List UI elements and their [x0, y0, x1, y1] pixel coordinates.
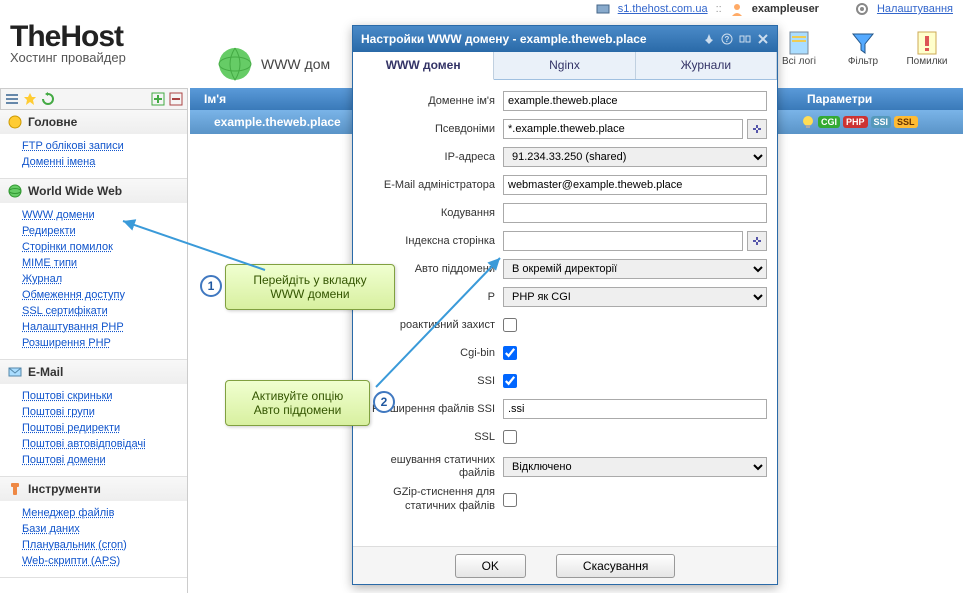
- breadcrumb-text: WWW дом: [261, 56, 330, 72]
- ip-select[interactable]: 91.234.33.250 (shared): [503, 147, 767, 167]
- logo: TheHost Хостинг провайдер: [10, 20, 126, 65]
- email-input[interactable]: [503, 175, 767, 195]
- tip-number-1: 1: [200, 275, 222, 297]
- cancel-button[interactable]: Скасування: [556, 554, 676, 578]
- sidebar-item-www-6[interactable]: SSL сертифікати: [22, 303, 187, 319]
- sidebar-item-www-1[interactable]: Редиректи: [22, 223, 187, 239]
- tooltip-1: 1 Перейдіть у вкладку WWW домени: [225, 264, 395, 310]
- sidebar-section-email[interactable]: E-Mail: [0, 360, 187, 384]
- minus-icon[interactable]: [169, 92, 183, 106]
- star-icon[interactable]: [23, 92, 37, 106]
- server-link[interactable]: s1.thehost.com.ua: [618, 3, 708, 15]
- encoding-input[interactable]: [503, 203, 767, 223]
- filter-button[interactable]: Фільтр: [835, 30, 891, 67]
- minmax-icon[interactable]: [739, 33, 751, 45]
- sidebar-toolbar: [0, 88, 188, 110]
- list-icon[interactable]: [5, 92, 19, 106]
- sidebar-item-tools-3[interactable]: Web-скрипти (APS): [22, 553, 187, 569]
- username: exampleuser: [752, 3, 819, 15]
- sidebar-item-tools-0[interactable]: Менеджер файлів: [22, 505, 187, 521]
- globe-icon: [215, 44, 255, 84]
- autosub-select[interactable]: В окремій директорії: [503, 259, 767, 279]
- bulb-icon: [801, 115, 815, 129]
- ssl-checkbox[interactable]: [503, 430, 517, 444]
- settings-modal: Настройки WWW домену - example.theweb.pl…: [352, 25, 778, 585]
- proactive-checkbox[interactable]: [503, 318, 517, 332]
- refresh-icon[interactable]: [41, 92, 55, 106]
- server-icon: [596, 2, 610, 16]
- sidebar-item-www-4[interactable]: Журнал: [22, 271, 187, 287]
- index-add-button[interactable]: [747, 231, 767, 251]
- close-icon[interactable]: [757, 33, 769, 45]
- pin-icon[interactable]: [703, 33, 715, 45]
- ok-button[interactable]: OK: [455, 554, 526, 578]
- ssiext-input[interactable]: [503, 399, 767, 419]
- sidebar-item-main-0[interactable]: FTP облікові записи: [22, 138, 187, 154]
- sidebar-item-email-4[interactable]: Поштові домени: [22, 452, 187, 468]
- settings-link[interactable]: Налаштування: [877, 3, 953, 15]
- sidebar-item-main-1[interactable]: Доменні імена: [22, 154, 187, 170]
- sidebar-section-tools[interactable]: Інструменти: [0, 477, 187, 501]
- sidebar-item-email-3[interactable]: Поштові автовідповідачі: [22, 436, 187, 452]
- modal-title: Настройки WWW домену - example.theweb.pl…: [361, 32, 697, 46]
- sidebar-item-email-2[interactable]: Поштові редиректи: [22, 420, 187, 436]
- sidebar-item-www-8[interactable]: Розширення PHP: [22, 335, 187, 351]
- ssi-badge: SSI: [871, 116, 892, 128]
- sidebar-item-tools-1[interactable]: Бази даних: [22, 521, 187, 537]
- tip-number-2: 2: [373, 391, 395, 413]
- tab-www[interactable]: WWW домен: [353, 52, 494, 80]
- sidebar-section-www[interactable]: World Wide Web: [0, 179, 187, 203]
- sidebar-item-email-1[interactable]: Поштові групи: [22, 404, 187, 420]
- column-params[interactable]: Параметри: [793, 92, 963, 106]
- tab-nginx[interactable]: Nginx: [494, 52, 635, 79]
- cgi-badge: CGI: [818, 116, 840, 128]
- alias-add-button[interactable]: [747, 119, 767, 139]
- cgi-checkbox[interactable]: [503, 346, 517, 360]
- php-badge: PHP: [843, 116, 868, 128]
- sidebar-section-main[interactable]: Головне: [0, 110, 187, 134]
- ssl-badge: SSL: [894, 116, 918, 128]
- plus-icon[interactable]: [151, 92, 165, 106]
- php-select[interactable]: PHP як CGI: [503, 287, 767, 307]
- domain-input[interactable]: [503, 91, 767, 111]
- logs-button[interactable]: Всі логі: [771, 30, 827, 67]
- errors-button[interactable]: Помилки: [899, 30, 955, 67]
- sidebar-item-www-2[interactable]: Сторінки помилок: [22, 239, 187, 255]
- sidebar-item-www-0[interactable]: WWW домени: [22, 207, 187, 223]
- alias-input[interactable]: [503, 119, 743, 139]
- ssi-checkbox[interactable]: [503, 374, 517, 388]
- index-input[interactable]: [503, 231, 743, 251]
- svg-text:?: ?: [725, 35, 730, 44]
- cache-select[interactable]: Відключено: [503, 457, 767, 477]
- gzip-checkbox[interactable]: [503, 493, 517, 507]
- sidebar-item-email-0[interactable]: Поштові скриньки: [22, 388, 187, 404]
- gear-icon: [855, 2, 869, 16]
- help-icon[interactable]: ?: [721, 33, 733, 45]
- user-icon: [730, 2, 744, 16]
- sidebar-item-tools-2[interactable]: Планувальник (cron): [22, 537, 187, 553]
- sidebar-item-www-3[interactable]: MIME типи: [22, 255, 187, 271]
- sidebar-item-www-5[interactable]: Обмеження доступу: [22, 287, 187, 303]
- sidebar-item-www-7[interactable]: Налаштування PHP: [22, 319, 187, 335]
- tab-logs[interactable]: Журнали: [636, 52, 777, 79]
- separator: ::: [716, 3, 722, 15]
- tooltip-2: 2 Активуйте опцію Авто піддомени: [225, 380, 370, 426]
